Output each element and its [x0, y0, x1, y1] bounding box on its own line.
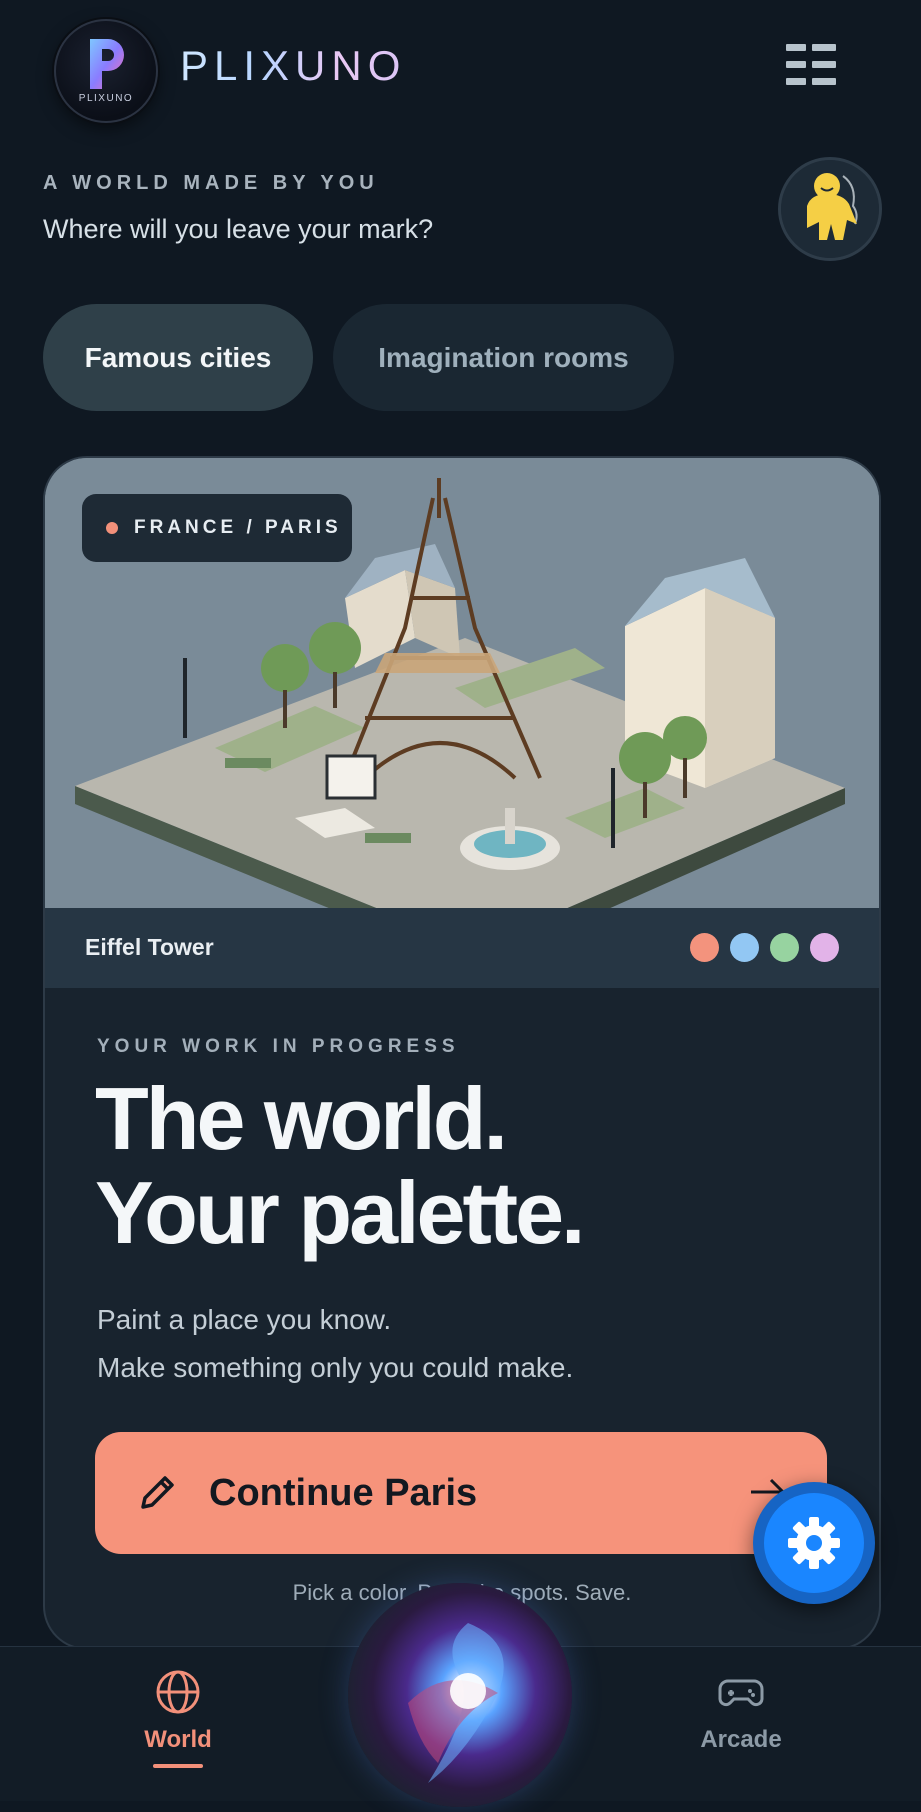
nav-world-label: World — [144, 1726, 212, 1753]
palette-swatch-green — [770, 933, 799, 962]
gamepad-icon — [718, 1679, 764, 1707]
palette-swatch-blue — [730, 933, 759, 962]
description: Paint a place you know. Make something o… — [97, 1296, 573, 1392]
description-line-1: Paint a place you know. — [97, 1304, 392, 1335]
logo-p-icon — [90, 39, 124, 89]
landmark-caption: Eiffel Tower — [85, 934, 214, 960]
cta-label: Continue Paris — [209, 1471, 478, 1514]
nav-arcade-label: Arcade — [700, 1726, 782, 1753]
palette-swatch-lilac — [810, 933, 839, 962]
gear-icon — [788, 1517, 840, 1569]
brand-name: PLIXUNO — [180, 42, 407, 89]
assistant-orb-icon — [408, 1623, 504, 1783]
menu-grid-icon[interactable] — [786, 44, 836, 86]
headline-line-2: Your palette. — [95, 1163, 585, 1262]
assistant-orb[interactable] — [348, 1583, 572, 1807]
location-label: FRANCE / PARIS — [134, 517, 342, 538]
description-line-2: Make something only you could make. — [97, 1352, 574, 1383]
app-logo[interactable]: PLIXUNO — [54, 19, 158, 123]
continue-paris-button[interactable]: Continue Paris — [95, 1432, 827, 1554]
headline: The world. Your palette. — [95, 1069, 585, 1262]
logo-caption: PLIXUNO — [78, 93, 134, 104]
tab-imagination-rooms[interactable]: Imagination rooms — [333, 304, 674, 411]
intro-tagline: Where will you leave your mark? — [43, 214, 434, 244]
location-dot-icon — [106, 522, 118, 534]
project-card: FRANCE / PARIS Eiffel Tower YOUR WORK IN… — [43, 456, 881, 1650]
caption-bar: Eiffel Tower — [45, 908, 879, 988]
avatar-character-icon — [781, 160, 879, 258]
intro-eyebrow: A WORLD MADE BY YOU — [43, 172, 379, 194]
nav-active-indicator — [153, 1764, 203, 1768]
tab-famous-cities[interactable]: Famous cities — [43, 304, 313, 411]
progress-eyebrow: YOUR WORK IN PROGRESS — [97, 1036, 460, 1057]
globe-icon — [156, 1670, 200, 1714]
palette-swatch-coral — [690, 933, 719, 962]
nav-world[interactable]: World — [78, 1669, 278, 1768]
settings-button[interactable] — [764, 1493, 864, 1593]
location-pill[interactable]: FRANCE / PARIS — [82, 494, 352, 562]
avatar[interactable] — [778, 157, 882, 261]
pencil-icon — [141, 1476, 174, 1509]
nav-arcade[interactable]: Arcade — [641, 1669, 841, 1754]
headline-line-1: The world. — [95, 1069, 508, 1168]
